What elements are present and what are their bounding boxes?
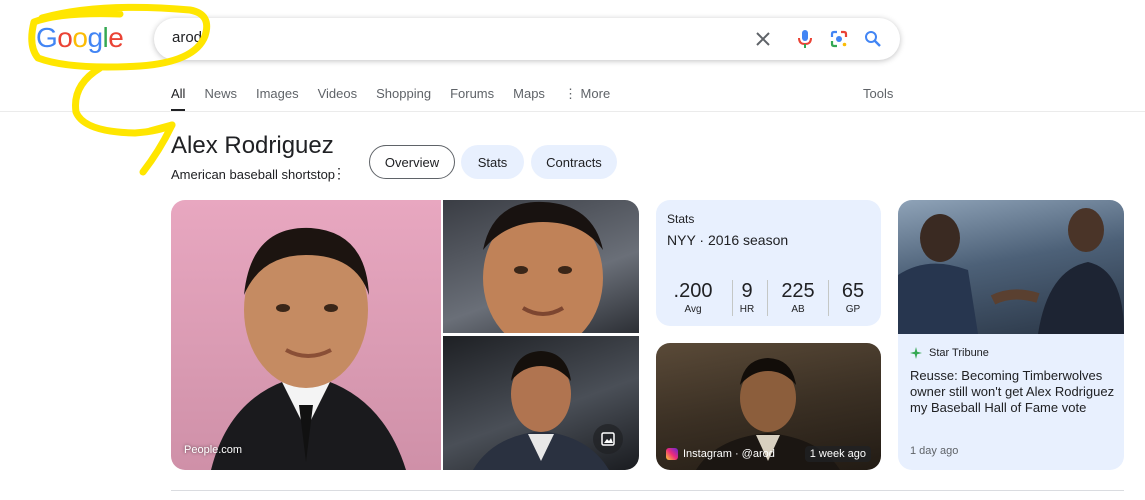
stat-hr: 9 HR [736,280,758,315]
news-source: Star Tribune [910,347,989,359]
logo-letter: g [87,22,103,53]
news-source-name: Star Tribune [929,347,989,359]
tab-all[interactable]: All [171,86,186,112]
top-right-photo[interactable] [443,200,639,333]
entity-subtitle: American baseball shortstop [171,167,336,182]
tab-news[interactable]: News [204,86,237,112]
stat-label: Avg [684,304,702,315]
search-icon[interactable] [860,26,886,52]
stat-ab: 225 AB [776,280,820,315]
lens-icon[interactable] [826,26,852,52]
stat-value: 225 [781,280,815,302]
more-options-icon[interactable]: ⋮ [332,165,346,182]
stat-label: GP [845,304,861,315]
portrait-illustration [211,227,406,470]
main-photo[interactable]: People.com [171,200,441,470]
stat-value: 65 [841,280,865,302]
instagram-caption-text: Instagram · @arod [683,448,775,460]
stat-gp: 65 GP [838,280,868,315]
stats-season: NYY · 2016 season [667,232,789,248]
image-source-caption: People.com [184,444,243,456]
search-box [154,18,900,60]
tab-images[interactable]: Images [256,86,299,112]
news-card[interactable]: Star Tribune Reusse: Becoming Timberwolv… [898,200,1124,470]
tab-more[interactable]: ⋮ More [564,86,610,112]
tab-forums[interactable]: Forums [450,86,494,112]
stat-label: HR [739,304,755,315]
logo-letter: G [36,22,58,53]
chip-overview[interactable]: Overview [369,145,455,179]
news-image [898,200,1124,334]
stat-divider [828,280,829,316]
section-divider [171,490,1124,491]
stat-divider [767,280,768,316]
search-tabs: All News Images Videos Shopping Forums M… [171,86,629,112]
microphone-icon[interactable] [792,26,818,52]
clear-icon[interactable] [750,26,776,52]
news-time: 1 day ago [910,445,959,457]
stat-value: .200 [673,280,713,302]
tab-maps[interactable]: Maps [513,86,545,112]
tab-shopping[interactable]: Shopping [376,86,431,112]
instagram-icon [666,448,678,460]
chip-stats[interactable]: Stats [461,145,524,179]
tools-button[interactable]: Tools [863,86,893,101]
stats-card[interactable]: Stats NYY · 2016 season .200 Avg 9 HR 22… [656,200,881,326]
logo-letter: o [72,22,88,53]
tab-videos[interactable]: Videos [318,86,358,112]
logo-letter: e [108,22,124,53]
sparkle-icon [910,347,922,359]
stats-label: Stats [667,212,695,226]
header-divider [0,111,1145,112]
stat-avg: .200 Avg [668,280,718,315]
chip-contracts[interactable]: Contracts [531,145,617,179]
stat-value: 9 [741,280,753,302]
instagram-caption: Instagram · @arod [666,448,775,460]
google-logo[interactable]: Google [36,22,124,54]
entity-title[interactable]: Alex Rodriguez [171,132,334,160]
instagram-card[interactable]: Instagram · @arod 1 week ago [656,343,881,470]
news-headline[interactable]: Reusse: Becoming Timberwolves owner stil… [910,368,1115,416]
search-input[interactable] [172,29,732,46]
image-gallery-icon[interactable] [593,424,623,454]
portrait-illustration [483,201,603,333]
news-photo-illustration [898,208,1124,334]
stat-divider [732,280,733,316]
bottom-right-photo[interactable] [443,336,639,470]
instagram-time: 1 week ago [804,446,871,462]
stat-label: AB [791,304,805,315]
logo-letter: o [57,22,73,53]
